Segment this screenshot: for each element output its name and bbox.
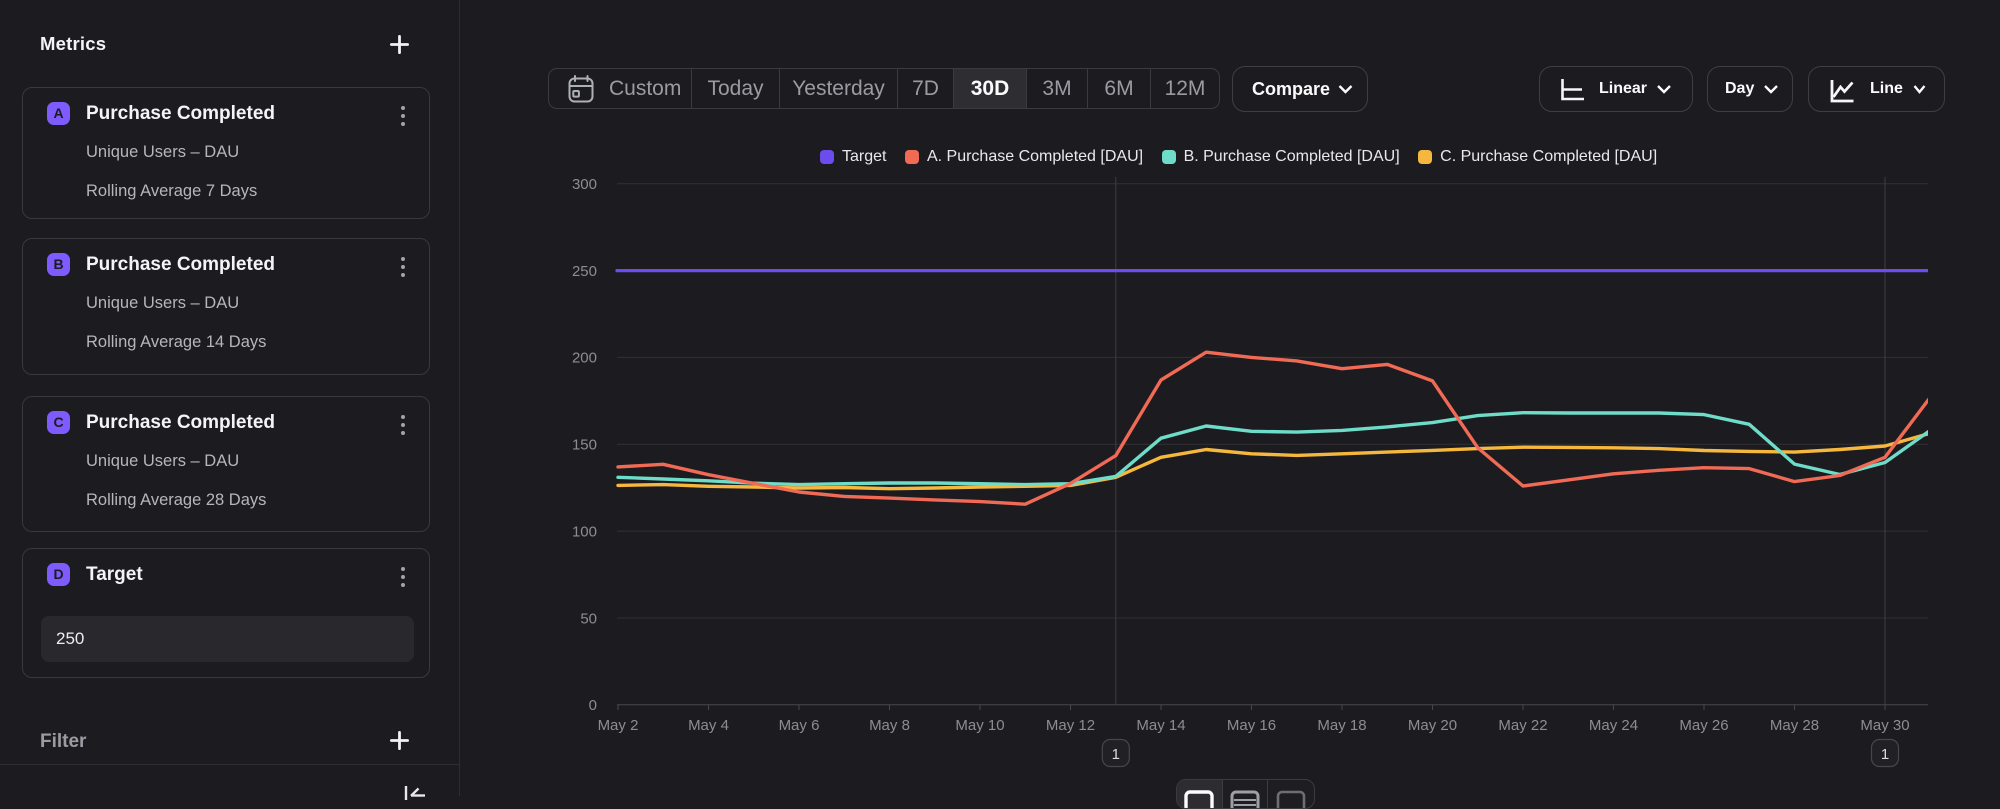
svg-text:May 24: May 24 <box>1589 717 1638 734</box>
svg-text:May 16: May 16 <box>1227 717 1276 734</box>
svg-text:May 10: May 10 <box>955 717 1004 734</box>
svg-text:May 22: May 22 <box>1498 717 1547 734</box>
svg-text:May 26: May 26 <box>1679 717 1728 734</box>
svg-text:0: 0 <box>589 697 597 714</box>
svg-text:May 20: May 20 <box>1408 717 1457 734</box>
svg-text:300: 300 <box>572 176 597 193</box>
svg-text:May 6: May 6 <box>779 717 820 734</box>
svg-text:50: 50 <box>580 610 597 627</box>
svg-text:May 2: May 2 <box>598 717 639 734</box>
svg-text:May 14: May 14 <box>1136 717 1185 734</box>
svg-text:May 30: May 30 <box>1860 717 1909 734</box>
svg-text:100: 100 <box>572 523 597 540</box>
svg-text:May 4: May 4 <box>688 717 729 734</box>
svg-text:May 18: May 18 <box>1317 717 1366 734</box>
svg-text:200: 200 <box>572 350 597 367</box>
svg-text:May 8: May 8 <box>869 717 910 734</box>
svg-text:250: 250 <box>572 263 597 280</box>
svg-text:1: 1 <box>1112 746 1120 763</box>
svg-text:150: 150 <box>572 437 597 454</box>
svg-text:May 28: May 28 <box>1770 717 1819 734</box>
svg-text:1: 1 <box>1881 746 1889 763</box>
svg-text:May 12: May 12 <box>1046 717 1095 734</box>
